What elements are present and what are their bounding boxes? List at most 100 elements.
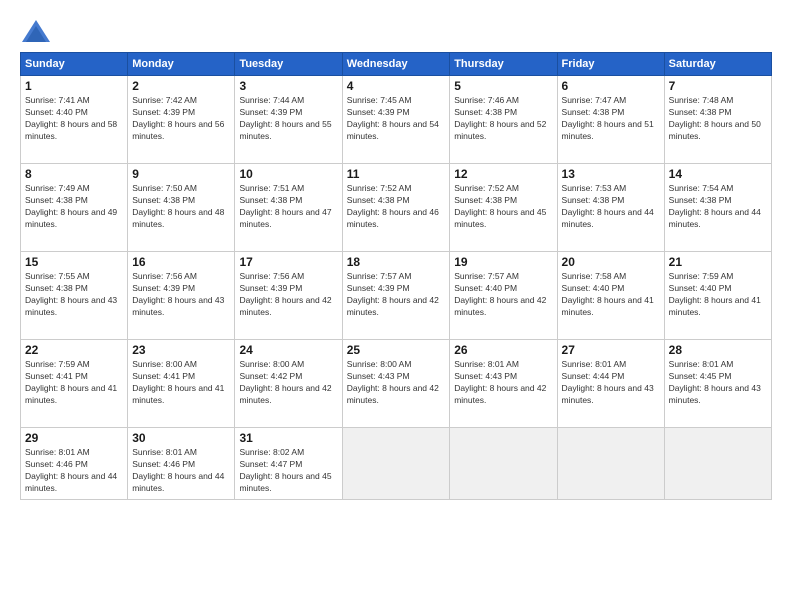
calendar-cell: 23 Sunrise: 8:00 AMSunset: 4:41 PMDaylig… [128,340,235,428]
day-info: Sunrise: 7:51 AMSunset: 4:38 PMDaylight:… [239,183,331,229]
calendar-cell: 25 Sunrise: 8:00 AMSunset: 4:43 PMDaylig… [342,340,449,428]
day-number: 29 [25,431,123,445]
calendar-cell [557,428,664,500]
calendar-header-monday: Monday [128,53,235,76]
header [20,18,772,46]
day-number: 4 [347,79,445,93]
day-info: Sunrise: 7:59 AMSunset: 4:40 PMDaylight:… [669,271,761,317]
day-info: Sunrise: 7:52 AMSunset: 4:38 PMDaylight:… [454,183,546,229]
calendar-cell: 28 Sunrise: 8:01 AMSunset: 4:45 PMDaylig… [664,340,771,428]
day-number: 9 [132,167,230,181]
calendar-cell [664,428,771,500]
day-info: Sunrise: 7:55 AMSunset: 4:38 PMDaylight:… [25,271,117,317]
day-number: 26 [454,343,552,357]
calendar-week-0: 1 Sunrise: 7:41 AMSunset: 4:40 PMDayligh… [21,76,772,164]
calendar-header-wednesday: Wednesday [342,53,449,76]
calendar-cell: 26 Sunrise: 8:01 AMSunset: 4:43 PMDaylig… [450,340,557,428]
calendar-week-3: 22 Sunrise: 7:59 AMSunset: 4:41 PMDaylig… [21,340,772,428]
day-info: Sunrise: 8:01 AMSunset: 4:43 PMDaylight:… [454,359,546,405]
calendar-header-sunday: Sunday [21,53,128,76]
calendar-cell: 6 Sunrise: 7:47 AMSunset: 4:38 PMDayligh… [557,76,664,164]
calendar-cell: 30 Sunrise: 8:01 AMSunset: 4:46 PMDaylig… [128,428,235,500]
logo-icon [20,18,52,46]
day-info: Sunrise: 7:49 AMSunset: 4:38 PMDaylight:… [25,183,117,229]
day-info: Sunrise: 7:46 AMSunset: 4:38 PMDaylight:… [454,95,546,141]
day-info: Sunrise: 7:56 AMSunset: 4:39 PMDaylight:… [132,271,224,317]
calendar-week-1: 8 Sunrise: 7:49 AMSunset: 4:38 PMDayligh… [21,164,772,252]
day-number: 16 [132,255,230,269]
day-info: Sunrise: 7:57 AMSunset: 4:40 PMDaylight:… [454,271,546,317]
calendar-cell: 14 Sunrise: 7:54 AMSunset: 4:38 PMDaylig… [664,164,771,252]
calendar-week-4: 29 Sunrise: 8:01 AMSunset: 4:46 PMDaylig… [21,428,772,500]
calendar-cell: 13 Sunrise: 7:53 AMSunset: 4:38 PMDaylig… [557,164,664,252]
calendar-cell: 29 Sunrise: 8:01 AMSunset: 4:46 PMDaylig… [21,428,128,500]
day-info: Sunrise: 7:53 AMSunset: 4:38 PMDaylight:… [562,183,654,229]
day-info: Sunrise: 7:59 AMSunset: 4:41 PMDaylight:… [25,359,117,405]
calendar-cell: 16 Sunrise: 7:56 AMSunset: 4:39 PMDaylig… [128,252,235,340]
day-number: 10 [239,167,337,181]
day-number: 22 [25,343,123,357]
day-info: Sunrise: 8:01 AMSunset: 4:46 PMDaylight:… [132,447,224,493]
day-number: 31 [239,431,337,445]
day-number: 23 [132,343,230,357]
day-number: 14 [669,167,767,181]
day-number: 21 [669,255,767,269]
day-info: Sunrise: 8:01 AMSunset: 4:44 PMDaylight:… [562,359,654,405]
calendar-header-saturday: Saturday [664,53,771,76]
day-info: Sunrise: 7:58 AMSunset: 4:40 PMDaylight:… [562,271,654,317]
calendar-cell [342,428,449,500]
day-info: Sunrise: 7:47 AMSunset: 4:38 PMDaylight:… [562,95,654,141]
day-info: Sunrise: 7:41 AMSunset: 4:40 PMDaylight:… [25,95,117,141]
day-number: 25 [347,343,445,357]
calendar-cell: 17 Sunrise: 7:56 AMSunset: 4:39 PMDaylig… [235,252,342,340]
calendar-cell: 12 Sunrise: 7:52 AMSunset: 4:38 PMDaylig… [450,164,557,252]
day-number: 8 [25,167,123,181]
calendar-cell: 27 Sunrise: 8:01 AMSunset: 4:44 PMDaylig… [557,340,664,428]
day-number: 27 [562,343,660,357]
calendar-cell: 18 Sunrise: 7:57 AMSunset: 4:39 PMDaylig… [342,252,449,340]
day-info: Sunrise: 8:02 AMSunset: 4:47 PMDaylight:… [239,447,331,493]
day-number: 6 [562,79,660,93]
day-info: Sunrise: 7:45 AMSunset: 4:39 PMDaylight:… [347,95,439,141]
calendar-cell: 2 Sunrise: 7:42 AMSunset: 4:39 PMDayligh… [128,76,235,164]
calendar-cell: 10 Sunrise: 7:51 AMSunset: 4:38 PMDaylig… [235,164,342,252]
day-number: 18 [347,255,445,269]
day-info: Sunrise: 7:48 AMSunset: 4:38 PMDaylight:… [669,95,761,141]
day-info: Sunrise: 7:42 AMSunset: 4:39 PMDaylight:… [132,95,224,141]
calendar-body: 1 Sunrise: 7:41 AMSunset: 4:40 PMDayligh… [21,76,772,500]
calendar-table: SundayMondayTuesdayWednesdayThursdayFrid… [20,52,772,500]
calendar-cell: 7 Sunrise: 7:48 AMSunset: 4:38 PMDayligh… [664,76,771,164]
day-number: 28 [669,343,767,357]
day-info: Sunrise: 7:57 AMSunset: 4:39 PMDaylight:… [347,271,439,317]
day-number: 1 [25,79,123,93]
day-info: Sunrise: 7:56 AMSunset: 4:39 PMDaylight:… [239,271,331,317]
day-info: Sunrise: 7:54 AMSunset: 4:38 PMDaylight:… [669,183,761,229]
day-number: 30 [132,431,230,445]
day-number: 20 [562,255,660,269]
logo [20,18,56,46]
calendar-cell: 31 Sunrise: 8:02 AMSunset: 4:47 PMDaylig… [235,428,342,500]
day-info: Sunrise: 8:00 AMSunset: 4:41 PMDaylight:… [132,359,224,405]
calendar-header-friday: Friday [557,53,664,76]
day-number: 3 [239,79,337,93]
day-number: 19 [454,255,552,269]
day-info: Sunrise: 7:52 AMSunset: 4:38 PMDaylight:… [347,183,439,229]
calendar-cell: 19 Sunrise: 7:57 AMSunset: 4:40 PMDaylig… [450,252,557,340]
day-info: Sunrise: 8:00 AMSunset: 4:42 PMDaylight:… [239,359,331,405]
calendar-cell: 22 Sunrise: 7:59 AMSunset: 4:41 PMDaylig… [21,340,128,428]
calendar-cell: 24 Sunrise: 8:00 AMSunset: 4:42 PMDaylig… [235,340,342,428]
day-number: 7 [669,79,767,93]
day-info: Sunrise: 8:00 AMSunset: 4:43 PMDaylight:… [347,359,439,405]
calendar-cell: 15 Sunrise: 7:55 AMSunset: 4:38 PMDaylig… [21,252,128,340]
calendar-header-thursday: Thursday [450,53,557,76]
day-number: 5 [454,79,552,93]
day-number: 11 [347,167,445,181]
calendar-cell: 20 Sunrise: 7:58 AMSunset: 4:40 PMDaylig… [557,252,664,340]
calendar-cell: 1 Sunrise: 7:41 AMSunset: 4:40 PMDayligh… [21,76,128,164]
calendar-cell [450,428,557,500]
calendar-header-row: SundayMondayTuesdayWednesdayThursdayFrid… [21,53,772,76]
day-info: Sunrise: 7:50 AMSunset: 4:38 PMDaylight:… [132,183,224,229]
calendar-cell: 8 Sunrise: 7:49 AMSunset: 4:38 PMDayligh… [21,164,128,252]
calendar-cell: 5 Sunrise: 7:46 AMSunset: 4:38 PMDayligh… [450,76,557,164]
day-number: 24 [239,343,337,357]
